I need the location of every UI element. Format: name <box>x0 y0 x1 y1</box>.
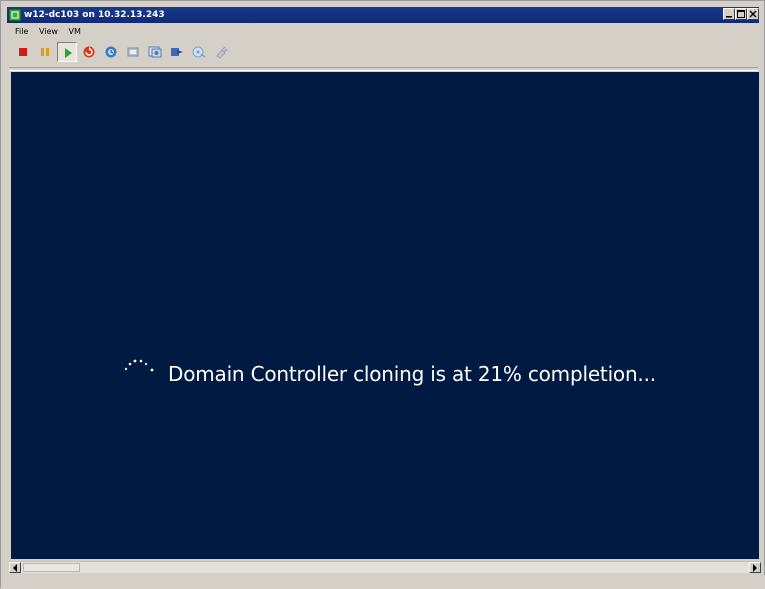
revert-snapshot-icon <box>127 47 139 57</box>
close-button[interactable] <box>747 8 759 20</box>
horizontal-scrollbar[interactable] <box>9 561 761 573</box>
connect-cd-button[interactable] <box>189 42 209 62</box>
loading-spinner-icon <box>124 359 154 372</box>
menu-vm[interactable]: VM <box>68 25 80 39</box>
send-ctrl-alt-del-button[interactable] <box>167 42 187 62</box>
scroll-left-button[interactable] <box>9 562 21 573</box>
vm-app-icon <box>9 9 21 21</box>
connect-usb-button[interactable] <box>211 42 231 62</box>
cloning-status-text: Domain Controller cloning is at 21% comp… <box>168 362 656 386</box>
maximize-icon <box>737 10 745 18</box>
minimize-icon <box>726 16 732 18</box>
revert-snapshot-button[interactable] <box>123 42 143 62</box>
connect-usb-icon <box>216 46 228 59</box>
connect-cd-icon <box>192 46 206 58</box>
snapshot-icon <box>105 46 117 58</box>
play-button[interactable] <box>57 42 77 62</box>
minimize-button[interactable] <box>723 8 735 20</box>
window-title: w12-dc103 on 10.32.13.243 <box>24 10 165 20</box>
maximize-button[interactable] <box>735 8 747 20</box>
play-icon <box>65 48 72 58</box>
menu-view[interactable]: View <box>39 25 58 39</box>
stop-button[interactable] <box>13 42 33 62</box>
title-bar[interactable]: w12-dc103 on 10.32.13.243 <box>7 7 759 23</box>
arrow-left-icon <box>13 564 17 572</box>
pause-icon <box>41 48 49 56</box>
send-ctrl-alt-del-icon <box>171 48 183 56</box>
toolbar-separator <box>9 67 758 71</box>
snapshot-button[interactable] <box>101 42 121 62</box>
scrollbar-thumb[interactable] <box>23 563 80 572</box>
status-bar <box>1 575 765 589</box>
pause-button[interactable] <box>35 42 55 62</box>
snapshot-manager-button[interactable] <box>145 42 165 62</box>
vm-console-window: w12-dc103 on 10.32.13.243 File View VM D… <box>0 0 765 589</box>
close-icon <box>749 10 757 18</box>
menu-bar: File View VM <box>15 25 89 39</box>
vm-console-screen[interactable]: Domain Controller cloning is at 21% comp… <box>11 72 759 559</box>
snapshot-manager-icon <box>148 46 162 58</box>
scroll-right-button[interactable] <box>749 562 761 573</box>
arrow-right-icon <box>753 564 757 572</box>
menu-file[interactable]: File <box>15 25 28 39</box>
reset-button[interactable] <box>79 42 99 62</box>
stop-icon <box>19 48 27 56</box>
reset-icon <box>83 46 95 58</box>
